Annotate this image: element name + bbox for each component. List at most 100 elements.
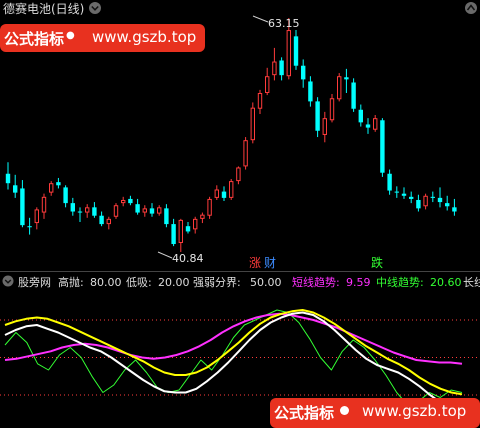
candle xyxy=(401,187,407,199)
up-arrow-icon[interactable] xyxy=(465,2,477,14)
candle-body xyxy=(329,98,335,121)
candle-body xyxy=(113,205,119,217)
candle-body xyxy=(70,203,75,212)
candle-body xyxy=(193,218,198,230)
candle-body xyxy=(337,76,342,100)
candle-body xyxy=(13,185,18,193)
candle xyxy=(142,205,148,217)
candle xyxy=(437,187,443,208)
candle xyxy=(113,203,119,219)
candle xyxy=(41,193,47,219)
candle xyxy=(394,186,399,198)
candle-body xyxy=(243,140,248,167)
candle-body xyxy=(135,204,140,213)
signal-zhang: 涨 xyxy=(249,255,261,270)
candle xyxy=(272,47,277,81)
short-trend-label: 短线趋势: xyxy=(292,275,340,289)
candle-body xyxy=(214,189,220,198)
candle xyxy=(243,137,248,170)
candle-body xyxy=(34,209,39,224)
long-trend-label: 长线 xyxy=(463,275,480,289)
candle-body xyxy=(121,199,126,204)
candle xyxy=(13,174,18,198)
candle xyxy=(250,102,256,144)
candle xyxy=(315,97,320,138)
candle-body xyxy=(279,60,284,76)
candle-body xyxy=(20,188,25,226)
candle-body xyxy=(445,203,450,207)
candle xyxy=(351,78,356,112)
candle xyxy=(373,115,378,132)
high-price-label: 63.15 xyxy=(268,17,300,30)
candle-body xyxy=(149,208,155,214)
low-price-label: 40.84 xyxy=(172,252,204,265)
candle xyxy=(430,191,435,203)
watermark-banner-top: 公式指标 ● www.gszb.top xyxy=(0,24,205,52)
banner-dot: ● xyxy=(66,30,75,41)
candle-body xyxy=(315,101,320,131)
candle-body xyxy=(380,120,385,173)
banner-brand: 公式指标 xyxy=(274,404,335,422)
candle xyxy=(416,194,421,212)
short-trend-value: 9.59 xyxy=(346,276,371,289)
candle-body xyxy=(200,214,205,219)
candle-body xyxy=(409,196,414,199)
candle xyxy=(257,89,263,114)
candle xyxy=(106,216,111,230)
candle xyxy=(293,30,299,70)
candle xyxy=(207,196,212,219)
candle-body xyxy=(178,219,184,243)
candle xyxy=(99,211,104,227)
candle-body xyxy=(452,207,457,212)
candle xyxy=(329,94,335,123)
chevron-down-icon[interactable] xyxy=(89,2,101,14)
chart-title: 德赛电池(日线) xyxy=(3,1,84,16)
candle-body xyxy=(106,218,111,225)
candle-body xyxy=(221,191,227,198)
candle-body xyxy=(293,36,299,66)
candle xyxy=(164,204,169,228)
mid-trend-value: 20.60 xyxy=(430,276,462,289)
candle-body xyxy=(185,226,191,232)
candle-body xyxy=(416,199,421,209)
banner-url: www.gszb.top xyxy=(92,28,197,46)
candle-body xyxy=(171,224,176,245)
candle-body xyxy=(5,173,11,184)
upper-candle-chart xyxy=(5,18,457,252)
low-price-pointer xyxy=(157,251,173,259)
candle xyxy=(445,195,450,211)
candle-body xyxy=(92,207,97,216)
candle-body xyxy=(229,181,234,198)
qiangruo-value: 50.00 xyxy=(250,276,282,289)
candle xyxy=(344,68,349,93)
banner-brand: 公式指标 xyxy=(4,30,65,48)
candle xyxy=(358,104,363,127)
dixi-value: 20.00 xyxy=(158,276,190,289)
candle-body xyxy=(142,208,148,213)
candle xyxy=(34,207,39,230)
candle-body xyxy=(85,207,90,213)
candle xyxy=(157,205,162,216)
candle-body xyxy=(207,198,212,216)
candle-body xyxy=(394,191,399,193)
high-price-pointer xyxy=(252,15,269,23)
candle xyxy=(5,162,11,190)
candle xyxy=(236,166,241,185)
candle xyxy=(365,118,371,134)
candle xyxy=(308,76,313,107)
candle xyxy=(49,181,54,196)
indicator-settings-icon[interactable] xyxy=(2,275,14,287)
candle xyxy=(409,191,414,204)
candle-body xyxy=(27,226,32,228)
candle-body xyxy=(236,167,241,182)
candle-body xyxy=(286,30,292,77)
candle-body xyxy=(351,82,356,109)
candle-body xyxy=(423,195,428,207)
candle-body xyxy=(49,183,54,193)
candle-body xyxy=(265,76,270,93)
candle xyxy=(185,222,191,234)
candle xyxy=(171,218,176,247)
candle-body xyxy=(344,77,349,80)
candle-body xyxy=(430,196,435,198)
candle xyxy=(77,207,83,223)
